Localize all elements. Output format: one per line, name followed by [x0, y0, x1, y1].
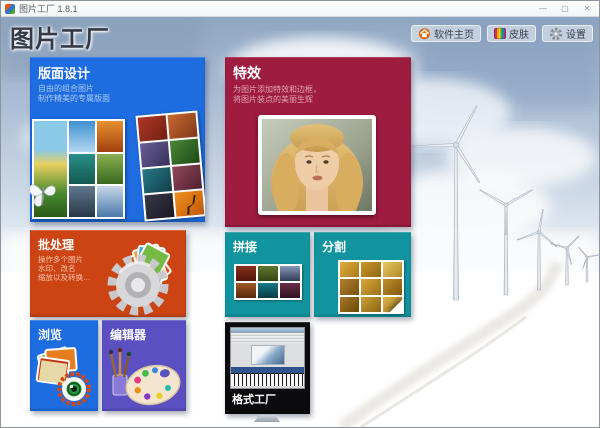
- skin-button[interactable]: 皮肤: [487, 25, 536, 42]
- tile-batch[interactable]: 批处理 操作多个图片 水印、改名 缩放以及转换…: [30, 230, 186, 317]
- settings-label: 设置: [566, 30, 586, 41]
- gear-icon: [549, 27, 563, 40]
- maximize-button[interactable]: ▢: [557, 3, 573, 15]
- butterfly-icon: [30, 184, 56, 207]
- tile-format-factory[interactable]: 格式工厂: [225, 322, 310, 414]
- batch-gear-image: [107, 242, 172, 316]
- effects-portrait-image: [258, 115, 376, 215]
- split-title: 分割: [322, 240, 347, 254]
- skin-label: 皮肤: [509, 30, 529, 41]
- topbar: 软件主页 皮肤 设置: [411, 25, 593, 42]
- app-icon: [5, 3, 15, 14]
- client-area: 图片工厂 软件主页 皮肤 设置 版面设计 自由的组合图片 制作精美的专属版面 特…: [1, 17, 599, 427]
- home-page-label: 软件主页: [434, 30, 474, 41]
- tile-browse[interactable]: 浏览: [30, 320, 98, 411]
- app-window: 图片工厂 1.8.1 — ▢ ✕ 图片工厂 软件主页 皮肤 设置 版面设计 自由…: [0, 0, 600, 428]
- close-button[interactable]: ✕: [579, 3, 595, 15]
- effects-subtitle-1: 为图片添加特效和边框，: [233, 85, 321, 94]
- tile-effects[interactable]: 特效 为图片添加特效和边框， 将图片装点的美丽生辉: [225, 57, 411, 227]
- tile-layout-design[interactable]: 版面设计 自由的组合图片 制作精美的专属版面: [30, 57, 205, 222]
- skin-icon: [494, 28, 506, 39]
- format-factory-screenshot: [230, 327, 305, 389]
- page-curl-icon: [388, 297, 404, 314]
- tile-split[interactable]: 分割: [314, 232, 411, 317]
- format-factory-label: 格式工厂: [232, 394, 276, 406]
- browse-eye-image: [35, 346, 91, 406]
- app-logo: 图片工厂: [10, 26, 110, 53]
- layout-subtitle-2: 制作精美的专属版面: [38, 94, 110, 103]
- giraffe-icon: [184, 194, 196, 216]
- effects-title: 特效: [233, 65, 261, 81]
- layout-subtitle-1: 自由的组合图片: [38, 84, 94, 93]
- effects-subtitle-2: 将图片装点的美丽生辉: [233, 95, 313, 104]
- layout-title: 版面设计: [38, 66, 91, 81]
- editor-palette-image: [108, 347, 181, 406]
- home-icon: [418, 28, 431, 40]
- editor-title: 编辑器: [110, 328, 147, 342]
- layout-collage-image: [30, 119, 125, 219]
- minimize-button[interactable]: —: [535, 3, 551, 15]
- browse-title: 浏览: [38, 328, 63, 342]
- tile-stitch[interactable]: 拼接: [225, 232, 310, 317]
- piano-keys-image: [231, 373, 304, 386]
- window-title: 图片工厂 1.8.1: [19, 4, 78, 14]
- titlebar: 图片工厂 1.8.1 — ▢ ✕: [1, 1, 599, 17]
- tile-editor[interactable]: 编辑器: [102, 320, 186, 411]
- stitch-title: 拼接: [233, 240, 258, 254]
- layout-grid-collage-image: [135, 110, 205, 222]
- home-page-button[interactable]: 软件主页: [411, 25, 481, 42]
- stitch-photos-image: [234, 264, 302, 300]
- settings-button[interactable]: 设置: [542, 25, 593, 42]
- split-grid-image: [338, 260, 404, 314]
